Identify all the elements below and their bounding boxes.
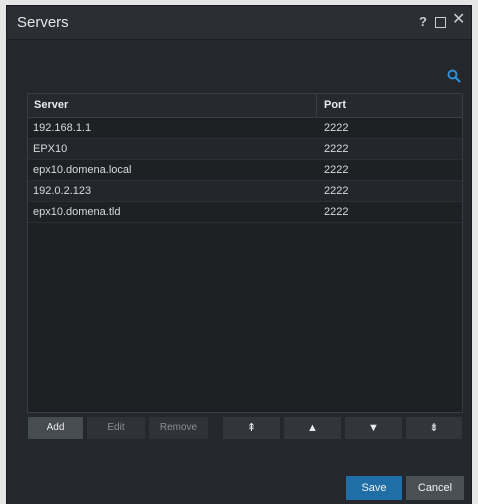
port-cell: 2222 xyxy=(324,206,349,218)
servers-dialog: Servers ? ✕ Server Port 192.168.1.1 2222… xyxy=(7,6,471,504)
column-header-server[interactable]: Server xyxy=(34,99,68,111)
port-cell: 2222 xyxy=(324,122,349,134)
table-row[interactable]: 192.168.1.1 2222 xyxy=(28,118,462,139)
maximize-icon[interactable] xyxy=(435,17,446,28)
table-header: Server Port xyxy=(28,94,462,118)
move-to-bottom-button[interactable]: ⇟ xyxy=(406,417,462,439)
close-icon[interactable]: ✕ xyxy=(452,12,465,28)
add-button[interactable]: Add xyxy=(28,417,83,439)
table-row[interactable]: EPX10 2222 xyxy=(28,139,462,160)
port-cell: 2222 xyxy=(324,185,349,197)
column-header-port[interactable]: Port xyxy=(324,99,346,111)
move-to-top-button[interactable]: ⇞ xyxy=(223,417,280,439)
table-row[interactable]: epx10.domena.local 2222 xyxy=(28,160,462,181)
table-row[interactable]: 192.0.2.123 2222 xyxy=(28,181,462,202)
port-cell: 2222 xyxy=(324,143,349,155)
servers-table[interactable]: Server Port 192.168.1.1 2222 EPX10 2222 … xyxy=(27,93,463,413)
server-cell: 192.168.1.1 xyxy=(33,122,92,134)
server-cell: epx10.domena.local xyxy=(33,164,132,176)
table-row[interactable]: epx10.domena.tld 2222 xyxy=(28,202,462,223)
move-up-button[interactable]: ▲ xyxy=(284,417,341,439)
save-button[interactable]: Save xyxy=(346,476,402,500)
server-cell: EPX10 xyxy=(33,143,68,155)
remove-button[interactable]: Remove xyxy=(149,417,208,439)
help-button[interactable]: ? xyxy=(419,14,427,30)
title-bar[interactable]: Servers ? ✕ xyxy=(7,6,471,40)
cancel-button[interactable]: Cancel xyxy=(406,476,464,500)
search-icon[interactable] xyxy=(447,69,461,83)
port-cell: 2222 xyxy=(324,164,349,176)
move-down-button[interactable]: ▼ xyxy=(345,417,402,439)
server-cell: 192.0.2.123 xyxy=(33,185,92,197)
server-cell: epx10.domena.tld xyxy=(33,206,121,218)
dialog-title: Servers xyxy=(17,14,69,31)
edit-button[interactable]: Edit xyxy=(87,417,145,439)
column-divider[interactable] xyxy=(316,94,317,117)
